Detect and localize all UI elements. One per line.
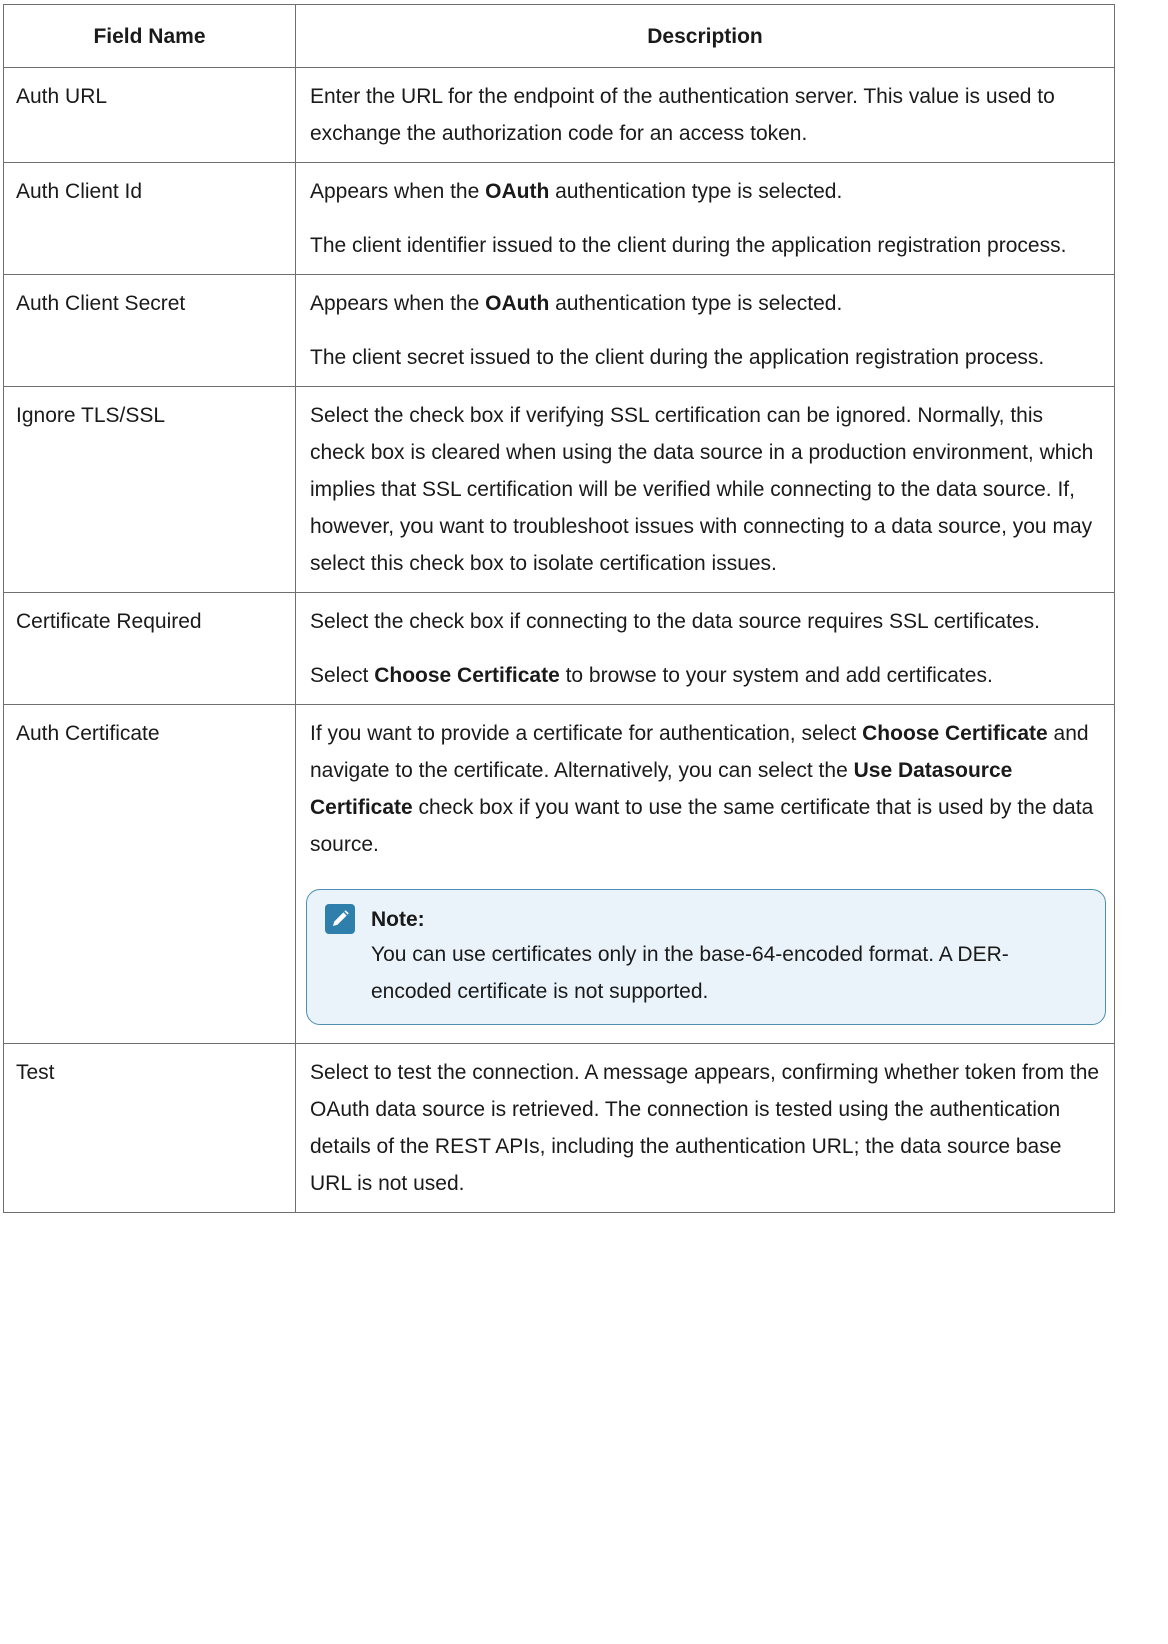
note-header: Note:	[325, 902, 1087, 936]
description-text: Appears when the	[310, 292, 486, 315]
description-paragraph: The client secret issued to the client d…	[310, 339, 1102, 376]
table-row: Certificate Required Select the check box…	[3, 592, 1115, 705]
field-name-cell: Test	[3, 1043, 296, 1213]
ui-term: Choose Certificate	[374, 664, 560, 687]
description-text: Appears when the	[310, 180, 486, 203]
description-paragraph: The client identifier issued to the clie…	[310, 227, 1102, 264]
description-text: to browse to your system and add certifi…	[559, 664, 993, 687]
note-title: Note:	[371, 907, 425, 931]
pencil-note-icon	[325, 904, 355, 934]
field-name: Ignore TLS/SSL	[16, 404, 166, 427]
table-row: Auth URL Enter the URL for the endpoint o…	[3, 67, 1115, 163]
description-cell: Select to test the connection. A message…	[295, 1043, 1115, 1213]
field-description-table: Field Name Description Auth URL Enter the…	[3, 4, 1115, 1213]
description-text: The client secret issued to the client d…	[310, 346, 1045, 369]
description-paragraph: If you want to provide a certificate for…	[310, 715, 1102, 863]
table-row: Test Select to test the connection. A mes…	[3, 1043, 1115, 1213]
description-cell: Enter the URL for the endpoint of the au…	[295, 67, 1115, 163]
description-paragraph: Enter the URL for the endpoint of the au…	[310, 78, 1102, 152]
field-name-cell: Certificate Required	[3, 592, 296, 705]
description-paragraph: Appears when the OAuth authentication ty…	[310, 173, 1102, 210]
description-text: Select to test the connection. A message…	[310, 1061, 1100, 1195]
ui-term: OAuth	[485, 292, 550, 315]
description-text: authentication type is selected.	[549, 292, 843, 315]
field-name: Auth Certificate	[16, 722, 160, 745]
description-cell: If you want to provide a certificate for…	[295, 704, 1115, 1044]
header-description: Description	[295, 4, 1115, 68]
field-name-cell: Auth Client Secret	[3, 274, 296, 387]
field-name-cell: Auth Client Id	[3, 162, 296, 275]
table-header-row: Field Name Description	[3, 4, 1115, 68]
description-cell: Appears when the OAuth authentication ty…	[295, 162, 1115, 275]
description-text: Select the check box if connecting to th…	[310, 610, 1040, 633]
description-text: Enter the URL for the endpoint of the au…	[310, 85, 1055, 145]
field-name-cell: Ignore TLS/SSL	[3, 386, 296, 593]
description-cell: Select the check box if connecting to th…	[295, 592, 1115, 705]
description-paragraph: Appears when the OAuth authentication ty…	[310, 285, 1102, 322]
table-row: Auth Certificate If you want to provide a…	[3, 704, 1115, 1044]
description-text: authentication type is selected.	[549, 180, 843, 203]
description-text: Select the check box if verifying SSL ce…	[310, 404, 1094, 575]
ui-term: OAuth	[485, 180, 550, 203]
ui-term: Choose Certificate	[862, 722, 1048, 745]
field-name: Test	[16, 1061, 55, 1084]
description-cell: Appears when the OAuth authentication ty…	[295, 274, 1115, 387]
description-paragraph: Select the check box if connecting to th…	[310, 603, 1102, 640]
description-paragraph: Select the check box if verifying SSL ce…	[310, 397, 1102, 582]
field-name: Auth URL	[16, 85, 108, 108]
description-text: check box if you want to use the same ce…	[310, 796, 1094, 856]
description-paragraph: Select Choose Certificate to browse to y…	[310, 657, 1102, 694]
field-name: Auth Client Id	[16, 180, 143, 203]
table-row: Ignore TLS/SSL Select the check box if ve…	[3, 386, 1115, 593]
description-text: Select	[310, 664, 375, 687]
header-field-name: Field Name	[3, 4, 296, 68]
field-name-cell: Auth Certificate	[3, 704, 296, 1044]
field-name-cell: Auth URL	[3, 67, 296, 163]
field-name: Certificate Required	[16, 610, 202, 633]
note-text: You can use certificates only in the bas…	[371, 943, 1009, 1003]
description-paragraph: Select to test the connection. A message…	[310, 1054, 1102, 1202]
description-cell: Select the check box if verifying SSL ce…	[295, 386, 1115, 593]
table-row: Auth Client Id Appears when the OAuth aut…	[3, 162, 1115, 275]
table-row: Auth Client Secret Appears when the OAuth…	[3, 274, 1115, 387]
note-callout: Note: You can use certificates only in th…	[306, 889, 1106, 1025]
field-name: Auth Client Secret	[16, 292, 186, 315]
description-text: The client identifier issued to the clie…	[310, 234, 1067, 257]
description-text: If you want to provide a certificate for…	[310, 722, 863, 745]
